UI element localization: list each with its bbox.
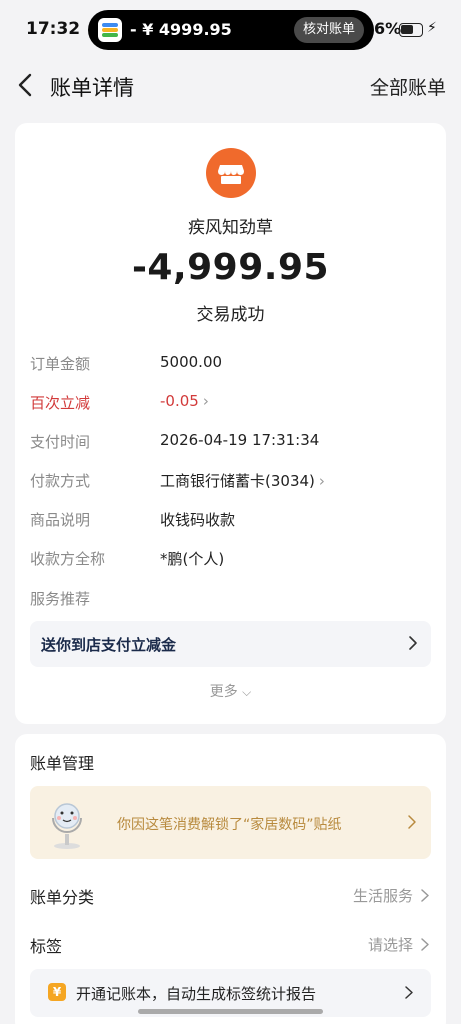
wallet-app-icon bbox=[98, 18, 122, 42]
chevron-right-icon bbox=[408, 815, 416, 829]
order-amount-row: 订单金额 5000.00 bbox=[30, 353, 430, 377]
chevron-down-icon: ⌵ bbox=[242, 685, 252, 699]
item-desc-value: 收钱码收款 bbox=[160, 511, 236, 529]
more-label: 更多 bbox=[209, 684, 238, 700]
item-desc-label: 商品说明 bbox=[30, 511, 91, 529]
merchant-name: 疾风知劲草 bbox=[188, 218, 273, 238]
service-label: 服务推荐 bbox=[30, 590, 91, 608]
promo-banner[interactable]: 送你到店支付立减金 bbox=[30, 621, 431, 667]
pay-time-value: 2026-04-19 17:31:34 bbox=[160, 431, 320, 449]
transaction-status: 交易成功 bbox=[196, 305, 265, 325]
category-row[interactable]: 账单分类 生活服务 bbox=[30, 882, 431, 910]
verify-bill-button[interactable]: 核对账单 bbox=[293, 17, 364, 43]
tag-label: 标签 bbox=[30, 937, 63, 956]
sticker-text: 你因这笔消费解锁了“家居数码”贴纸 bbox=[117, 817, 342, 833]
pay-time-label: 支付时间 bbox=[30, 433, 91, 451]
battery-icon bbox=[399, 23, 423, 37]
back-arrow-icon[interactable] bbox=[14, 72, 40, 98]
page-title: 账单详情 bbox=[50, 76, 134, 100]
category-value: 生活服务 bbox=[352, 887, 413, 905]
bill-management-card: 账单管理 你因这笔消费解锁了“家居数码”贴纸 账单分类 生活服务 标签 请选择 bbox=[15, 734, 446, 1024]
transaction-amount: -4,999.95 bbox=[131, 247, 330, 288]
dynamic-island-notification[interactable]: - ¥ 4999.95 核对账单 bbox=[88, 10, 374, 50]
pay-method-row[interactable]: 付款方式 工商银行储蓄卡(3034) › bbox=[30, 470, 430, 494]
discount-row[interactable]: 百次立减 -0.05 › bbox=[30, 392, 430, 416]
yuan-icon: ¥ bbox=[48, 983, 66, 1001]
more-toggle[interactable]: 更多 ⌵ bbox=[15, 681, 446, 701]
payee-row: 收款方全称 *鹏(个人) bbox=[30, 548, 430, 572]
nav-bar: 账单详情 全部账单 bbox=[0, 60, 461, 110]
chevron-right-icon bbox=[405, 986, 413, 999]
sticker-banner[interactable]: 你因这笔消费解锁了“家居数码”贴纸 bbox=[30, 786, 431, 859]
payee-value: *鹏(个人) bbox=[160, 550, 225, 568]
chevron-right-icon bbox=[421, 889, 429, 902]
pay-time-row: 支付时间 2026-04-19 17:31:34 bbox=[30, 431, 430, 455]
order-amount-value: 5000.00 bbox=[160, 353, 223, 371]
all-bills-link[interactable]: 全部账单 bbox=[370, 73, 446, 100]
service-row: 服务推荐 bbox=[30, 588, 430, 612]
transaction-card: 疾风知劲草 -4,999.95 交易成功 订单金额 5000.00 百次立减 -… bbox=[15, 123, 446, 724]
home-indicator[interactable] bbox=[138, 1009, 323, 1014]
promo-text: 送你到店支付立减金 bbox=[41, 636, 177, 654]
category-label: 账单分类 bbox=[30, 888, 95, 907]
discount-label: 百次立减 bbox=[30, 394, 91, 412]
section-title: 账单管理 bbox=[30, 754, 95, 773]
order-amount-label: 订单金额 bbox=[30, 355, 91, 373]
status-time: 17:32 bbox=[26, 19, 81, 39]
status-bar: 17:32 - ¥ 4999.95 核对账单 6% ⚡ bbox=[0, 0, 461, 60]
chevron-right-icon: › bbox=[318, 472, 325, 490]
pay-method-label: 付款方式 bbox=[30, 472, 91, 490]
chevron-right-icon bbox=[421, 938, 429, 951]
globe-sticker-icon bbox=[52, 803, 82, 849]
tag-row[interactable]: 标签 请选择 bbox=[30, 931, 431, 959]
tag-value: 请选择 bbox=[367, 936, 413, 954]
item-desc-row: 商品说明 收钱码收款 bbox=[30, 509, 430, 533]
charging-icon: ⚡ bbox=[427, 20, 437, 36]
store-icon bbox=[206, 148, 256, 198]
chevron-right-icon: › bbox=[202, 392, 209, 410]
bookkeeping-text: 开通记账本，自动生成标签统计报告 bbox=[76, 985, 317, 1003]
discount-value: -0.05 bbox=[160, 392, 199, 410]
chevron-right-icon bbox=[409, 636, 417, 650]
battery-percent: 6% bbox=[374, 19, 402, 38]
pay-method-value: 工商银行储蓄卡(3034) bbox=[160, 472, 315, 490]
payee-label: 收款方全称 bbox=[30, 550, 106, 568]
island-amount: - ¥ 4999.95 bbox=[130, 20, 232, 39]
